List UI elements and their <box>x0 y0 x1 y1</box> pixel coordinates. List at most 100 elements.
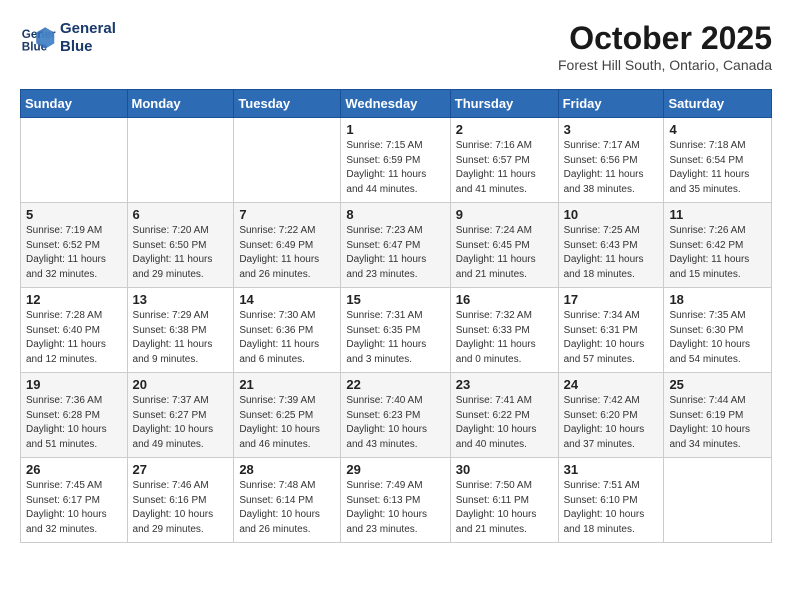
day-number: 13 <box>133 292 229 307</box>
weekday-header-monday: Monday <box>127 90 234 118</box>
logo-text: General Blue <box>60 20 116 56</box>
day-number: 18 <box>669 292 766 307</box>
day-info: Sunrise: 7:48 AM Sunset: 6:14 PM Dayligh… <box>239 479 335 537</box>
day-info: Sunrise: 7:35 AM Sunset: 6:30 PM Dayligh… <box>669 309 766 367</box>
day-number: 17 <box>564 292 659 307</box>
page-header: General Blue General Blue October 2025 F… <box>20 20 772 73</box>
calendar-cell: 17 Sunrise: 7:34 AM Sunset: 6:31 PM Dayli… <box>558 288 664 373</box>
calendar-cell: 13 Sunrise: 7:29 AM Sunset: 6:38 PM Dayli… <box>127 288 234 373</box>
calendar-cell: 22 Sunrise: 7:40 AM Sunset: 6:23 PM Dayli… <box>341 373 450 458</box>
calendar-cell <box>127 118 234 203</box>
day-info: Sunrise: 7:19 AM Sunset: 6:52 PM Dayligh… <box>26 224 122 282</box>
day-info: Sunrise: 7:39 AM Sunset: 6:25 PM Dayligh… <box>239 394 335 452</box>
day-info: Sunrise: 7:22 AM Sunset: 6:49 PM Dayligh… <box>239 224 335 282</box>
weekday-header-friday: Friday <box>558 90 664 118</box>
calendar-week-row: 26 Sunrise: 7:45 AM Sunset: 6:17 PM Dayli… <box>21 458 772 543</box>
day-info: Sunrise: 7:37 AM Sunset: 6:27 PM Dayligh… <box>133 394 229 452</box>
calendar-week-row: 5Sunrise: 7:19 AM Sunset: 6:52 PM Daylig… <box>21 203 772 288</box>
calendar-week-row: 1 Sunrise: 7:15 AM Sunset: 6:59 PM Daylig… <box>21 118 772 203</box>
day-info: Sunrise: 7:45 AM Sunset: 6:17 PM Dayligh… <box>26 479 122 537</box>
day-number: 15 <box>346 292 444 307</box>
day-number: 11 <box>669 207 766 222</box>
day-info: Sunrise: 7:29 AM Sunset: 6:38 PM Dayligh… <box>133 309 229 367</box>
day-info: Sunrise: 7:31 AM Sunset: 6:35 PM Dayligh… <box>346 309 444 367</box>
day-info: Sunrise: 7:36 AM Sunset: 6:28 PM Dayligh… <box>26 394 122 452</box>
calendar-cell: 21 Sunrise: 7:39 AM Sunset: 6:25 PM Dayli… <box>234 373 341 458</box>
calendar-cell: 6 Sunrise: 7:20 AM Sunset: 6:50 PM Daylig… <box>127 203 234 288</box>
weekday-header-saturday: Saturday <box>664 90 772 118</box>
calendar-cell: 25 Sunrise: 7:44 AM Sunset: 6:19 PM Dayli… <box>664 373 772 458</box>
day-info: Sunrise: 7:41 AM Sunset: 6:22 PM Dayligh… <box>456 394 553 452</box>
day-number: 8 <box>346 207 444 222</box>
day-info: Sunrise: 7:40 AM Sunset: 6:23 PM Dayligh… <box>346 394 444 452</box>
day-number: 24 <box>564 377 659 392</box>
calendar-cell: 31Sunrise: 7:51 AM Sunset: 6:10 PM Dayli… <box>558 458 664 543</box>
day-number: 10 <box>564 207 659 222</box>
weekday-header-tuesday: Tuesday <box>234 90 341 118</box>
day-info: Sunrise: 7:34 AM Sunset: 6:31 PM Dayligh… <box>564 309 659 367</box>
calendar-cell: 14Sunrise: 7:30 AM Sunset: 6:36 PM Dayli… <box>234 288 341 373</box>
calendar-cell: 9Sunrise: 7:24 AM Sunset: 6:45 PM Daylig… <box>450 203 558 288</box>
calendar-cell: 30 Sunrise: 7:50 AM Sunset: 6:11 PM Dayli… <box>450 458 558 543</box>
month-title: October 2025 <box>558 20 772 57</box>
day-number: 27 <box>133 462 229 477</box>
day-number: 12 <box>26 292 122 307</box>
calendar-cell: 28 Sunrise: 7:48 AM Sunset: 6:14 PM Dayli… <box>234 458 341 543</box>
day-number: 23 <box>456 377 553 392</box>
day-number: 1 <box>346 122 444 137</box>
calendar-cell: 12Sunrise: 7:28 AM Sunset: 6:40 PM Dayli… <box>21 288 128 373</box>
calendar-week-row: 19 Sunrise: 7:36 AM Sunset: 6:28 PM Dayli… <box>21 373 772 458</box>
day-info: Sunrise: 7:15 AM Sunset: 6:59 PM Dayligh… <box>346 139 444 197</box>
calendar-table: SundayMondayTuesdayWednesdayThursdayFrid… <box>20 89 772 543</box>
day-number: 2 <box>456 122 553 137</box>
location: Forest Hill South, Ontario, Canada <box>558 57 772 73</box>
day-number: 21 <box>239 377 335 392</box>
day-info: Sunrise: 7:30 AM Sunset: 6:36 PM Dayligh… <box>239 309 335 367</box>
day-number: 20 <box>133 377 229 392</box>
calendar-cell: 19 Sunrise: 7:36 AM Sunset: 6:28 PM Dayli… <box>21 373 128 458</box>
calendar-week-row: 12Sunrise: 7:28 AM Sunset: 6:40 PM Dayli… <box>21 288 772 373</box>
day-number: 9 <box>456 207 553 222</box>
weekday-header-thursday: Thursday <box>450 90 558 118</box>
day-info: Sunrise: 7:50 AM Sunset: 6:11 PM Dayligh… <box>456 479 553 537</box>
day-info: Sunrise: 7:16 AM Sunset: 6:57 PM Dayligh… <box>456 139 553 197</box>
calendar-cell: 11Sunrise: 7:26 AM Sunset: 6:42 PM Dayli… <box>664 203 772 288</box>
calendar-cell: 8 Sunrise: 7:23 AM Sunset: 6:47 PM Daylig… <box>341 203 450 288</box>
day-number: 22 <box>346 377 444 392</box>
day-number: 29 <box>346 462 444 477</box>
day-info: Sunrise: 7:25 AM Sunset: 6:43 PM Dayligh… <box>564 224 659 282</box>
calendar-cell: 24 Sunrise: 7:42 AM Sunset: 6:20 PM Dayli… <box>558 373 664 458</box>
day-number: 6 <box>133 207 229 222</box>
day-info: Sunrise: 7:42 AM Sunset: 6:20 PM Dayligh… <box>564 394 659 452</box>
calendar-cell: 27 Sunrise: 7:46 AM Sunset: 6:16 PM Dayli… <box>127 458 234 543</box>
day-info: Sunrise: 7:20 AM Sunset: 6:50 PM Dayligh… <box>133 224 229 282</box>
day-number: 28 <box>239 462 335 477</box>
calendar-cell: 3Sunrise: 7:17 AM Sunset: 6:56 PM Daylig… <box>558 118 664 203</box>
day-number: 26 <box>26 462 122 477</box>
day-number: 25 <box>669 377 766 392</box>
calendar-cell: 16Sunrise: 7:32 AM Sunset: 6:33 PM Dayli… <box>450 288 558 373</box>
calendar-cell: 4Sunrise: 7:18 AM Sunset: 6:54 PM Daylig… <box>664 118 772 203</box>
calendar-cell: 10 Sunrise: 7:25 AM Sunset: 6:43 PM Dayli… <box>558 203 664 288</box>
weekday-header-row: SundayMondayTuesdayWednesdayThursdayFrid… <box>21 90 772 118</box>
calendar-cell <box>234 118 341 203</box>
day-info: Sunrise: 7:46 AM Sunset: 6:16 PM Dayligh… <box>133 479 229 537</box>
weekday-header-sunday: Sunday <box>21 90 128 118</box>
calendar-cell: 1 Sunrise: 7:15 AM Sunset: 6:59 PM Daylig… <box>341 118 450 203</box>
calendar-cell: 20 Sunrise: 7:37 AM Sunset: 6:27 PM Dayli… <box>127 373 234 458</box>
day-info: Sunrise: 7:44 AM Sunset: 6:19 PM Dayligh… <box>669 394 766 452</box>
day-number: 31 <box>564 462 659 477</box>
logo-icon: General Blue <box>20 20 56 56</box>
weekday-header-wednesday: Wednesday <box>341 90 450 118</box>
title-block: October 2025 Forest Hill South, Ontario,… <box>558 20 772 73</box>
day-number: 30 <box>456 462 553 477</box>
day-info: Sunrise: 7:23 AM Sunset: 6:47 PM Dayligh… <box>346 224 444 282</box>
day-number: 7 <box>239 207 335 222</box>
day-info: Sunrise: 7:49 AM Sunset: 6:13 PM Dayligh… <box>346 479 444 537</box>
calendar-cell: 5Sunrise: 7:19 AM Sunset: 6:52 PM Daylig… <box>21 203 128 288</box>
calendar-cell <box>21 118 128 203</box>
calendar-cell: 15 Sunrise: 7:31 AM Sunset: 6:35 PM Dayli… <box>341 288 450 373</box>
calendar-cell: 7 Sunrise: 7:22 AM Sunset: 6:49 PM Daylig… <box>234 203 341 288</box>
calendar-cell <box>664 458 772 543</box>
day-number: 19 <box>26 377 122 392</box>
